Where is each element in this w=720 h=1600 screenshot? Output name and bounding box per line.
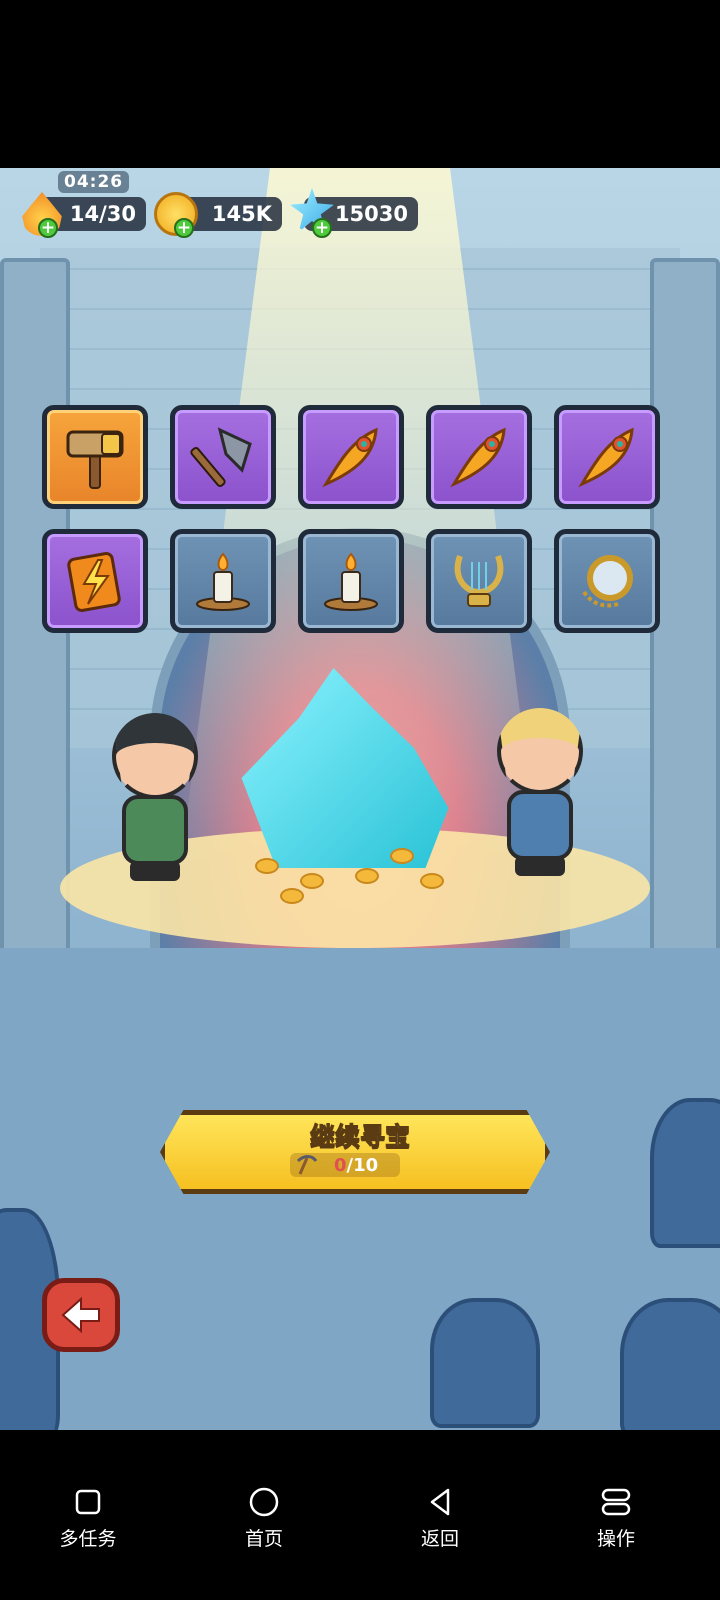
miner-girl [485,708,595,878]
pickaxe-progress: 0/10 [334,1155,379,1176]
item-slot-feather[interactable] [426,405,532,509]
candle-icon [324,552,378,611]
item-slot-hammer[interactable] [42,405,148,509]
nav-multitask[interactable]: 多任务 [28,1486,148,1551]
pickaxe-icon [296,1155,318,1175]
energy-timer: 04:26 [58,171,130,193]
circle-icon [249,1487,279,1517]
hammer-icon [66,430,124,489]
item-slot-feather[interactable] [554,405,660,509]
nav-operate[interactable]: 操作 [556,1486,676,1551]
square-icon [75,1489,101,1515]
item-slot-candle[interactable] [298,529,404,633]
back-button[interactable] [42,1278,120,1352]
game-scene [0,168,720,1430]
add-gems-button[interactable]: + [312,218,332,238]
add-coins-button[interactable]: + [174,218,194,238]
gold-coin [300,873,324,889]
gold-coin [280,888,304,904]
right-pillar [650,258,720,998]
pocket-watch-icon [582,555,633,608]
toggle-menu-icon [601,1488,631,1516]
status-bar-area [0,0,720,168]
feather-icon [450,427,506,488]
add-energy-button[interactable]: + [38,218,58,238]
lyre-icon [454,554,504,607]
item-slot-pocket-watch[interactable] [554,529,660,633]
nav-home[interactable]: 首页 [204,1486,324,1551]
item-slot-lightning-scroll[interactable] [42,529,148,633]
item-slot-axe[interactable] [170,405,276,509]
gold-coin [420,873,444,889]
item-slot-candle[interactable] [170,529,276,633]
axe-icon [190,427,252,487]
gold-coin [255,858,279,874]
item-slot-feather[interactable] [298,405,404,509]
gold-coin [355,868,379,884]
rock [430,1298,540,1428]
feather-icon [578,427,634,488]
continue-button-label: 继续寻宝 [309,1122,410,1152]
gold-coin [390,848,414,864]
lightning-scroll-icon [67,552,121,612]
candle-icon [196,552,250,611]
triangle-back-icon [430,1488,450,1516]
rock [620,1298,720,1430]
nav-back[interactable]: 返回 [380,1486,500,1551]
miner-boy [100,713,210,883]
feather-icon [322,427,378,488]
item-slot-lyre[interactable] [426,529,532,633]
arrow-left-icon [61,1296,100,1334]
